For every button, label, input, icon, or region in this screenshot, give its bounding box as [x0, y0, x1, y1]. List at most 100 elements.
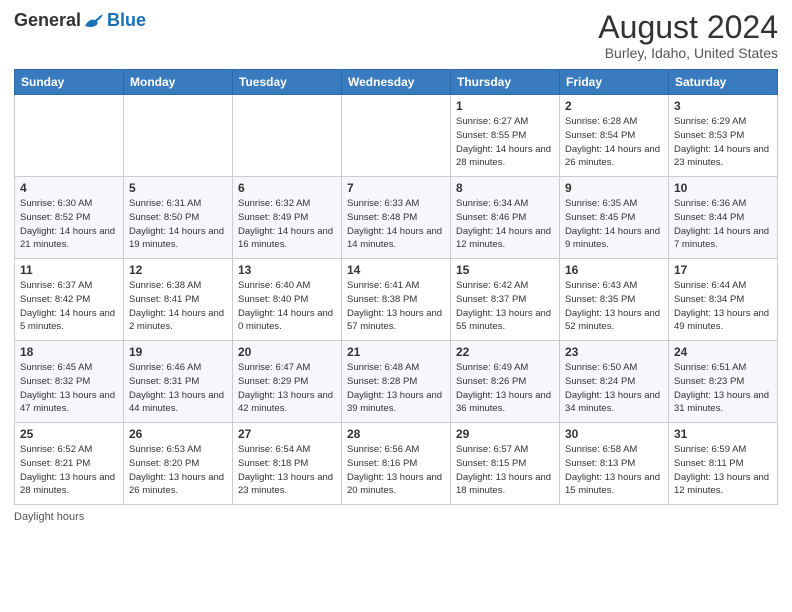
day-number: 12	[129, 263, 227, 277]
logo-bird-icon	[83, 12, 105, 30]
calendar-cell	[233, 95, 342, 177]
calendar-cell: 30 Sunrise: 6:58 AMSunset: 8:13 PMDayligh…	[560, 423, 669, 505]
col-header-thursday: Thursday	[451, 70, 560, 95]
calendar-cell: 22 Sunrise: 6:49 AMSunset: 8:26 PMDayligh…	[451, 341, 560, 423]
day-number: 24	[674, 345, 772, 359]
calendar-cell	[342, 95, 451, 177]
day-number: 29	[456, 427, 554, 441]
day-info: Sunrise: 6:37 AMSunset: 8:42 PMDaylight:…	[20, 279, 118, 334]
logo-blue-text: Blue	[107, 10, 146, 31]
day-number: 28	[347, 427, 445, 441]
calendar-cell: 14 Sunrise: 6:41 AMSunset: 8:38 PMDayligh…	[342, 259, 451, 341]
calendar-cell: 2Sunrise: 6:28 AMSunset: 8:54 PMDaylight…	[560, 95, 669, 177]
day-number: 30	[565, 427, 663, 441]
day-info: Sunrise: 6:50 AMSunset: 8:24 PMDaylight:…	[565, 361, 663, 416]
calendar-cell: 25Sunrise: 6:52 AMSunset: 8:21 PMDayligh…	[15, 423, 124, 505]
location-subtitle: Burley, Idaho, United States	[598, 45, 778, 61]
day-info: Sunrise: 6:54 AMSunset: 8:18 PMDaylight:…	[238, 443, 336, 498]
day-number: 23	[565, 345, 663, 359]
day-info: Sunrise: 6:40 AMSunset: 8:40 PMDaylight:…	[238, 279, 336, 334]
calendar-cell: 11 Sunrise: 6:37 AMSunset: 8:42 PMDayligh…	[15, 259, 124, 341]
calendar-cell: 7Sunrise: 6:33 AMSunset: 8:48 PMDaylight…	[342, 177, 451, 259]
day-info: Sunrise: 6:29 AMSunset: 8:53 PMDaylight:…	[674, 115, 772, 170]
day-info: Sunrise: 6:27 AMSunset: 8:55 PMDaylight:…	[456, 115, 554, 170]
col-header-sunday: Sunday	[15, 70, 124, 95]
col-header-friday: Friday	[560, 70, 669, 95]
calendar-cell: 28 Sunrise: 6:56 AMSunset: 8:16 PMDayligh…	[342, 423, 451, 505]
day-number: 27	[238, 427, 336, 441]
day-number: 9	[565, 181, 663, 195]
day-info: Sunrise: 6:32 AMSunset: 8:49 PMDaylight:…	[238, 197, 336, 252]
calendar-cell: 23 Sunrise: 6:50 AMSunset: 8:24 PMDayligh…	[560, 341, 669, 423]
col-header-saturday: Saturday	[669, 70, 778, 95]
day-info: Sunrise: 6:46 AMSunset: 8:31 PMDaylight:…	[129, 361, 227, 416]
calendar-cell: 15Sunrise: 6:42 AMSunset: 8:37 PMDayligh…	[451, 259, 560, 341]
calendar-cell: 19Sunrise: 6:46 AMSunset: 8:31 PMDayligh…	[124, 341, 233, 423]
day-info: Sunrise: 6:33 AMSunset: 8:48 PMDaylight:…	[347, 197, 445, 252]
day-number: 1	[456, 99, 554, 113]
day-info: Sunrise: 6:59 AMSunset: 8:11 PMDaylight:…	[674, 443, 772, 498]
day-number: 31	[674, 427, 772, 441]
logo: General Blue	[14, 10, 146, 31]
day-info: Sunrise: 6:51 AMSunset: 8:23 PMDaylight:…	[674, 361, 772, 416]
day-info: Sunrise: 6:58 AMSunset: 8:13 PMDaylight:…	[565, 443, 663, 498]
title-section: August 2024 Burley, Idaho, United States	[598, 10, 778, 61]
calendar-cell: 6 Sunrise: 6:32 AMSunset: 8:49 PMDaylight…	[233, 177, 342, 259]
calendar-cell: 4Sunrise: 6:30 AMSunset: 8:52 PMDaylight…	[15, 177, 124, 259]
col-header-tuesday: Tuesday	[233, 70, 342, 95]
day-info: Sunrise: 6:38 AMSunset: 8:41 PMDaylight:…	[129, 279, 227, 334]
page: General Blue August 2024 Burley, Idaho, …	[0, 0, 792, 612]
day-info: Sunrise: 6:48 AMSunset: 8:28 PMDaylight:…	[347, 361, 445, 416]
day-number: 22	[456, 345, 554, 359]
day-number: 26	[129, 427, 227, 441]
day-number: 5	[129, 181, 227, 195]
day-number: 17	[674, 263, 772, 277]
calendar-cell: 5 Sunrise: 6:31 AMSunset: 8:50 PMDaylight…	[124, 177, 233, 259]
calendar-cell: 26 Sunrise: 6:53 AMSunset: 8:20 PMDayligh…	[124, 423, 233, 505]
day-number: 10	[674, 181, 772, 195]
calendar-cell: 29 Sunrise: 6:57 AMSunset: 8:15 PMDayligh…	[451, 423, 560, 505]
day-info: Sunrise: 6:44 AMSunset: 8:34 PMDaylight:…	[674, 279, 772, 334]
header: General Blue August 2024 Burley, Idaho, …	[14, 10, 778, 61]
calendar-cell: 3 Sunrise: 6:29 AMSunset: 8:53 PMDaylight…	[669, 95, 778, 177]
day-number: 20	[238, 345, 336, 359]
day-info: Sunrise: 6:56 AMSunset: 8:16 PMDaylight:…	[347, 443, 445, 498]
day-info: Sunrise: 6:57 AMSunset: 8:15 PMDaylight:…	[456, 443, 554, 498]
calendar-week-row: 25Sunrise: 6:52 AMSunset: 8:21 PMDayligh…	[15, 423, 778, 505]
calendar-cell: 16 Sunrise: 6:43 AMSunset: 8:35 PMDayligh…	[560, 259, 669, 341]
calendar-cell	[124, 95, 233, 177]
calendar-cell: 1 Sunrise: 6:27 AMSunset: 8:55 PMDaylight…	[451, 95, 560, 177]
calendar-cell	[15, 95, 124, 177]
calendar-cell: 24 Sunrise: 6:51 AMSunset: 8:23 PMDayligh…	[669, 341, 778, 423]
day-number: 4	[20, 181, 118, 195]
col-header-monday: Monday	[124, 70, 233, 95]
day-info: Sunrise: 6:31 AMSunset: 8:50 PMDaylight:…	[129, 197, 227, 252]
calendar-cell: 18 Sunrise: 6:45 AMSunset: 8:32 PMDayligh…	[15, 341, 124, 423]
day-info: Sunrise: 6:36 AMSunset: 8:44 PMDaylight:…	[674, 197, 772, 252]
day-number: 13	[238, 263, 336, 277]
day-info: Sunrise: 6:41 AMSunset: 8:38 PMDaylight:…	[347, 279, 445, 334]
day-info: Sunrise: 6:53 AMSunset: 8:20 PMDaylight:…	[129, 443, 227, 498]
day-info: Sunrise: 6:35 AMSunset: 8:45 PMDaylight:…	[565, 197, 663, 252]
day-info: Sunrise: 6:28 AMSunset: 8:54 PMDaylight:…	[565, 115, 663, 170]
day-number: 11	[20, 263, 118, 277]
calendar-week-row: 11 Sunrise: 6:37 AMSunset: 8:42 PMDayligh…	[15, 259, 778, 341]
day-info: Sunrise: 6:34 AMSunset: 8:46 PMDaylight:…	[456, 197, 554, 252]
day-number: 3	[674, 99, 772, 113]
calendar-week-row: 1 Sunrise: 6:27 AMSunset: 8:55 PMDaylight…	[15, 95, 778, 177]
calendar-cell: 17 Sunrise: 6:44 AMSunset: 8:34 PMDayligh…	[669, 259, 778, 341]
day-number: 6	[238, 181, 336, 195]
day-info: Sunrise: 6:52 AMSunset: 8:21 PMDaylight:…	[20, 443, 118, 498]
day-number: 14	[347, 263, 445, 277]
day-info: Sunrise: 6:42 AMSunset: 8:37 PMDaylight:…	[456, 279, 554, 334]
calendar-header-row: SundayMondayTuesdayWednesdayThursdayFrid…	[15, 70, 778, 95]
day-info: Sunrise: 6:45 AMSunset: 8:32 PMDaylight:…	[20, 361, 118, 416]
calendar-cell: 10 Sunrise: 6:36 AMSunset: 8:44 PMDayligh…	[669, 177, 778, 259]
day-info: Sunrise: 6:49 AMSunset: 8:26 PMDaylight:…	[456, 361, 554, 416]
calendar-cell: 31 Sunrise: 6:59 AMSunset: 8:11 PMDayligh…	[669, 423, 778, 505]
col-header-wednesday: Wednesday	[342, 70, 451, 95]
day-number: 16	[565, 263, 663, 277]
day-info: Sunrise: 6:43 AMSunset: 8:35 PMDaylight:…	[565, 279, 663, 334]
footer-note: Daylight hours	[14, 511, 778, 523]
day-number: 18	[20, 345, 118, 359]
